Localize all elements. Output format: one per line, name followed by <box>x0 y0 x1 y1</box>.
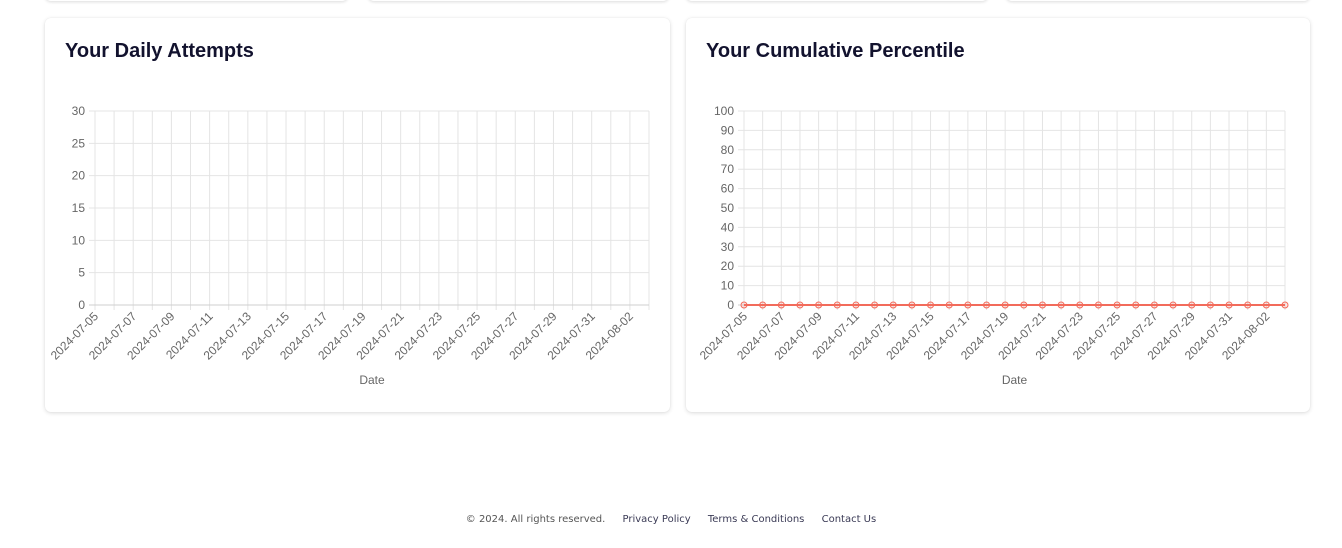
y-tick-label: 20 <box>72 169 86 183</box>
y-tick-label: 0 <box>78 298 85 312</box>
y-tick-label: 100 <box>714 104 734 118</box>
top-card-stub-4 <box>1006 0 1310 1</box>
contact-us-link[interactable]: Contact Us <box>822 514 877 525</box>
data-point <box>983 301 991 309</box>
y-tick-label: 10 <box>72 233 86 247</box>
data-point <box>1132 301 1140 309</box>
footer: © 2024. All rights reserved. Privacy Pol… <box>0 514 1342 525</box>
y-tick-label: 90 <box>721 123 735 137</box>
data-point <box>777 301 785 309</box>
daily-attempts-title: Your Daily Attempts <box>65 40 254 62</box>
data-point <box>1020 301 1028 309</box>
x-axis-title: Date <box>1002 373 1028 387</box>
top-card-stub-1 <box>45 0 348 1</box>
data-point <box>871 301 879 309</box>
data-point <box>1244 301 1252 309</box>
daily-attempts-chart: 0510152025302024-07-052024-07-072024-07-… <box>48 104 650 387</box>
cumulative-percentile-title: Your Cumulative Percentile <box>706 40 965 62</box>
data-point <box>796 301 804 309</box>
y-tick-label: 80 <box>721 143 735 157</box>
data-point <box>740 301 748 309</box>
data-point <box>1225 301 1233 309</box>
data-point <box>759 301 767 309</box>
y-tick-label: 30 <box>721 240 735 254</box>
data-point <box>964 301 972 309</box>
data-point <box>852 301 860 309</box>
x-axis-title: Date <box>359 373 385 387</box>
footer-copyright: © 2024. All rights reserved. <box>465 514 606 525</box>
data-point <box>908 301 916 309</box>
y-tick-label: 0 <box>727 298 734 312</box>
y-tick-label: 30 <box>72 104 86 118</box>
y-tick-label: 25 <box>72 136 86 150</box>
data-point <box>1001 301 1009 309</box>
data-point <box>1094 301 1102 309</box>
cumulative-percentile-card: 0 10 20 30 40 50 60 70 80 90 100 2024-07-05 2024-07-… <box>686 18 1310 412</box>
y-tick-label: 15 <box>72 201 86 215</box>
cumulative-percentile-chart: 01020304050607080901002024-07-052024-07-… <box>697 104 1289 387</box>
data-point <box>1076 301 1084 309</box>
y-tick-label: 60 <box>721 182 735 196</box>
y-tick-label: 50 <box>721 201 735 215</box>
data-point <box>1262 301 1270 309</box>
data-point <box>833 301 841 309</box>
data-point <box>1169 301 1177 309</box>
y-tick-label: 5 <box>78 266 85 280</box>
data-point <box>1113 301 1121 309</box>
top-card-stub-2 <box>368 0 669 1</box>
y-tick-label: 40 <box>721 220 735 234</box>
data-point <box>927 301 935 309</box>
privacy-policy-link[interactable]: Privacy Policy <box>623 514 691 525</box>
data-point <box>1057 301 1065 309</box>
data-point <box>1038 301 1046 309</box>
y-tick-label: 70 <box>721 162 735 176</box>
y-tick-label: 20 <box>721 259 735 273</box>
data-point <box>889 301 897 309</box>
y-tick-label: 10 <box>721 279 735 293</box>
data-point <box>945 301 953 309</box>
data-point <box>1188 301 1196 309</box>
data-point <box>1150 301 1158 309</box>
data-point <box>1281 301 1289 309</box>
daily-attempts-card: 0 5 10 15 20 25 30 2024-07-05 2024-07-07 2024-07-… <box>45 18 670 412</box>
data-point <box>1206 301 1214 309</box>
data-point <box>815 301 823 309</box>
top-card-stub-3 <box>686 0 988 1</box>
terms-conditions-link[interactable]: Terms & Conditions <box>708 514 805 525</box>
